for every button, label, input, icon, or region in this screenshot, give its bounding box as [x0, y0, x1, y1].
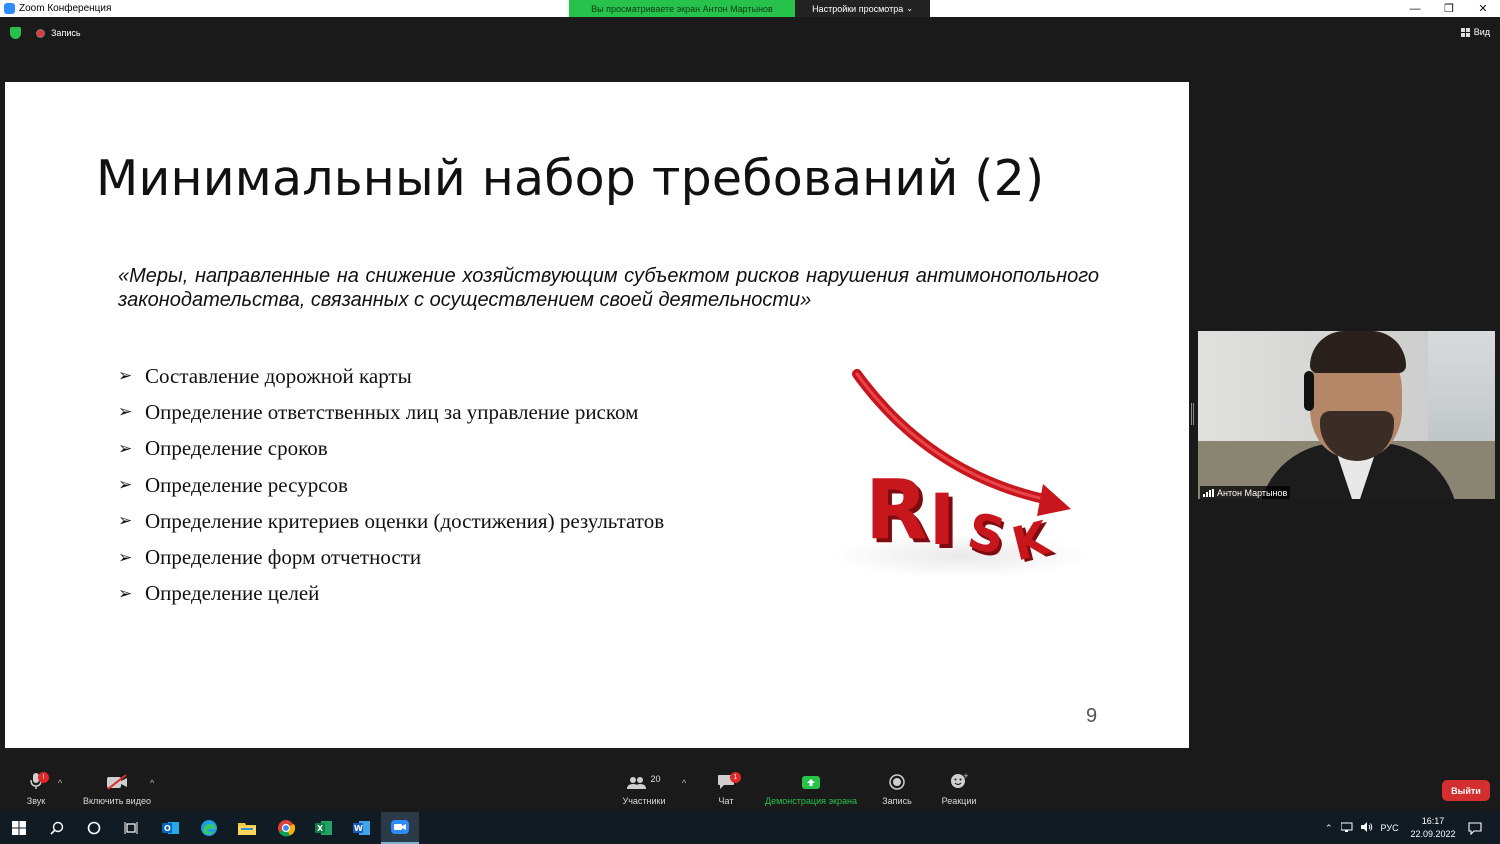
security-shield-icon[interactable] [10, 27, 21, 39]
svg-text:+: + [963, 772, 968, 780]
bullet-arrow-icon: ➢ [118, 511, 133, 531]
search-icon[interactable] [38, 812, 76, 844]
chevron-up-icon[interactable]: ⌃ [1325, 823, 1333, 834]
share-screen-icon [801, 768, 821, 790]
notifications-icon[interactable] [1456, 812, 1494, 844]
record-label: Запись [882, 796, 912, 806]
participants-label: Участники [622, 796, 666, 806]
list-item: ➢ Определение целей [118, 581, 320, 606]
split-drag-handle[interactable] [1191, 403, 1194, 425]
sharing-banner: Вы просматриваете экран Антон Мартынов [569, 0, 795, 17]
windows-taskbar: O X W ⌃ РУС 16:17 22.09.2022 [0, 812, 1500, 844]
video-off-icon [106, 768, 128, 790]
word-icon[interactable]: W [343, 812, 381, 844]
speaker-icon[interactable] [1360, 822, 1373, 834]
slide-page-number: 9 [1086, 705, 1098, 727]
share-screen-label: Демонстрация экрана [765, 796, 857, 806]
zoom-app-icon [4, 3, 15, 14]
window-title: Zoom Конференция [19, 3, 112, 14]
record-button[interactable]: Запись [880, 768, 914, 806]
recording-icon [36, 29, 45, 38]
chat-button[interactable]: 1 Чат [714, 768, 741, 806]
participants-button[interactable]: 20 Участники [620, 768, 668, 806]
clock-date: 22.09.2022 [1410, 829, 1456, 839]
view-settings-label: Настройки просмотра [812, 3, 904, 14]
clock-time: 16:17 [1421, 816, 1445, 826]
task-view-icon[interactable] [112, 812, 150, 844]
audio-button[interactable]: ! Звук [22, 768, 50, 806]
taskbar-clock[interactable]: 16:17 22.09.2022 [1408, 815, 1458, 841]
recording-label: Запись [51, 28, 81, 38]
signal-strength-icon [1203, 488, 1214, 497]
zoom-taskbar-icon[interactable] [381, 812, 419, 844]
list-item: ➢ Определение критериев оценки (достижени… [118, 508, 665, 533]
list-item: ➢ Определение форм отчетности [118, 545, 422, 570]
system-tray: ⌃ РУС [1325, 812, 1399, 844]
cortana-icon[interactable] [75, 812, 113, 844]
video-label: Включить видео [83, 796, 151, 806]
bullet-list: ➢ Составление дорожной карты ➢ Определение… [118, 358, 664, 612]
bullet-arrow-icon: ➢ [118, 547, 133, 567]
chrome-icon[interactable] [267, 812, 305, 844]
microphone-icon: ! [29, 768, 49, 790]
list-item: ➢ Определение ресурсов [118, 472, 348, 497]
svg-text:X: X [317, 824, 324, 833]
chat-icon: 1 [717, 768, 741, 790]
window-controls: — ❐ ✕ [1398, 0, 1500, 17]
audio-label: Звук [26, 796, 46, 806]
restore-button[interactable]: ❐ [1432, 0, 1466, 17]
risk-illustration: R R I I S S K K [831, 369, 1091, 578]
windows-start-icon[interactable] [0, 812, 38, 844]
chat-label: Чат [718, 796, 734, 806]
excel-icon[interactable]: X [305, 812, 343, 844]
video-button[interactable]: Включить видео [80, 768, 154, 806]
bullet-arrow-icon: ➢ [118, 366, 133, 386]
participant-name: Антон Мартынов [1217, 487, 1288, 498]
audio-options-chevron-icon[interactable]: ^ [58, 778, 62, 788]
slide-title: Минимальный набор требований (2) [96, 150, 1045, 207]
participant-video[interactable] [1198, 331, 1495, 499]
reactions-label: Реакции [941, 796, 977, 806]
file-explorer-icon[interactable] [228, 812, 266, 844]
share-screen-button[interactable]: Демонстрация экрана [762, 768, 860, 806]
chat-unread-badge: 1 [730, 772, 741, 783]
network-icon[interactable] [1340, 822, 1353, 834]
participants-options-chevron-icon[interactable]: ^ [682, 778, 686, 788]
record-icon [889, 768, 905, 790]
view-button[interactable]: Вид [1460, 27, 1490, 37]
reactions-button[interactable]: + Реакции [940, 768, 978, 806]
bullet-arrow-icon: ➢ [118, 583, 133, 603]
bullet-arrow-icon: ➢ [118, 438, 133, 458]
input-language[interactable]: РУС [1381, 823, 1399, 833]
meeting-toolbar: ! Звук ^ Включить видео ^ 20 Участники ^… [0, 768, 1500, 812]
svg-text:W: W [354, 824, 363, 833]
meeting-top-bar: Запись Вид [0, 17, 1500, 51]
shared-screen-slide: Минимальный набор требований (2) «Меры, … [5, 82, 1189, 748]
headset-icon [1304, 371, 1314, 411]
audio-warning-badge: ! [38, 772, 49, 783]
bullet-arrow-icon: ➢ [118, 402, 133, 422]
slide-quote: «Меры, направленные на снижение хозяйств… [118, 265, 1099, 311]
outlook-icon[interactable]: O [152, 812, 190, 844]
video-options-chevron-icon[interactable]: ^ [150, 778, 154, 788]
participant-name-tag: Антон Мартынов [1200, 486, 1291, 499]
svg-text:I: I [929, 479, 955, 561]
edge-icon[interactable] [190, 812, 228, 844]
list-item: ➢ Определение сроков [118, 436, 328, 461]
bullet-arrow-icon: ➢ [118, 475, 133, 495]
list-item: ➢ Составление дорожной карты [118, 363, 412, 388]
minimize-button[interactable]: — [1398, 0, 1432, 17]
list-item: ➢ Определение ответственных лиц за управл… [118, 399, 639, 424]
close-button[interactable]: ✕ [1466, 0, 1500, 17]
participants-icon [627, 777, 647, 789]
leave-meeting-button[interactable]: Выйти [1442, 780, 1490, 801]
participants-count: 20 [650, 774, 661, 784]
chevron-down-icon: ⌄ [906, 4, 913, 13]
smiley-icon: + [950, 768, 968, 790]
view-settings-button[interactable]: Настройки просмотра ⌄ [795, 0, 930, 17]
grid-view-icon [1460, 27, 1470, 37]
svg-text:O: O [164, 824, 171, 833]
view-label: Вид [1473, 27, 1490, 37]
